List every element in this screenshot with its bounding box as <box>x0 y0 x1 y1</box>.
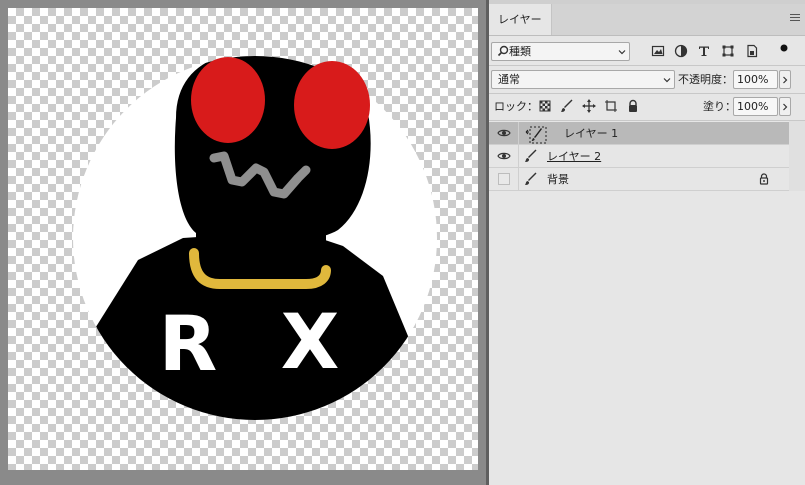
filter-kind-value: 種類 <box>509 45 531 58</box>
left-eye <box>191 57 265 143</box>
blend-mode-value: 通常 <box>498 73 520 86</box>
fill-dropdown[interactable] <box>779 97 791 116</box>
blend-mode-select[interactable]: 通常 <box>491 70 675 89</box>
opacity-input[interactable]: 100% <box>733 70 778 89</box>
chevron-down-icon <box>663 78 671 83</box>
visibility-off-box <box>498 173 510 185</box>
filter-smart-object-icon[interactable] <box>745 44 759 58</box>
divider <box>489 120 805 121</box>
eye-icon <box>497 152 511 160</box>
filter-kind-select[interactable]: 種類 <box>491 42 630 61</box>
letter-x: X <box>281 297 340 386</box>
panel-menu-icon[interactable] <box>790 14 800 23</box>
blend-opacity-row: 通常 不透明度： 100% <box>489 68 805 92</box>
layer-row-layer-1[interactable]: レイヤー 1 <box>489 122 789 145</box>
filter-adjustment-layer-icon[interactable] <box>674 44 688 58</box>
lock-fill-row: ロック： 塗り： 100% <box>489 95 805 119</box>
document-canvas[interactable]: R X <box>8 8 478 470</box>
chevron-right-icon <box>783 76 788 84</box>
layer-row-layer-2[interactable]: レイヤー 2 <box>489 145 789 168</box>
filter-type-layer-icon[interactable] <box>697 44 711 58</box>
lock-transparent-pixels-icon[interactable] <box>538 99 552 113</box>
search-icon <box>497 45 509 57</box>
divider <box>489 93 805 94</box>
right-eye <box>294 61 370 149</box>
layer-row-background[interactable]: 背景 <box>489 168 789 191</box>
eye-icon <box>497 129 511 137</box>
layer-name: レイヤー 1 <box>564 127 619 140</box>
lock-label: ロック： <box>494 100 538 113</box>
brush-icon <box>525 172 537 185</box>
opacity-dropdown[interactable] <box>779 70 791 89</box>
lock-image-pixels-icon[interactable] <box>560 99 574 113</box>
brush-icon <box>525 149 537 162</box>
letter-r: R <box>159 299 218 388</box>
layer-name: レイヤー 2 <box>547 150 602 163</box>
filter-toggle-icon[interactable] <box>778 42 790 62</box>
tab-layers[interactable]: レイヤー <box>489 4 552 35</box>
visibility-toggle[interactable] <box>489 168 519 190</box>
artwork: R X <box>73 56 437 420</box>
filter-shape-layer-icon[interactable] <box>721 44 735 58</box>
chevron-down-icon <box>618 50 626 55</box>
layer-filter-row: 種類 <box>489 40 805 64</box>
visibility-toggle[interactable] <box>489 145 519 167</box>
chevron-right-icon <box>783 103 788 111</box>
divider <box>489 65 805 66</box>
canvas-area[interactable]: R X <box>0 0 486 485</box>
layers-scroll-track[interactable] <box>789 121 805 191</box>
filter-pixel-layer-icon[interactable] <box>651 44 665 58</box>
lock-icon <box>759 173 769 185</box>
selection-brush-thumbnail-icon <box>525 126 547 144</box>
lock-position-icon[interactable] <box>582 99 596 113</box>
lock-artboard-icon[interactable] <box>604 99 618 113</box>
lock-all-icon[interactable] <box>626 99 640 113</box>
fill-label: 塗り： <box>703 100 736 113</box>
panel-tab-bar: レイヤー <box>489 4 805 36</box>
layers-panel: レイヤー 種類 通常 不透明度： 100% ロック： 塗り： 100% レイヤー… <box>489 0 805 485</box>
opacity-label: 不透明度： <box>678 73 733 86</box>
layer-name: 背景 <box>547 173 569 186</box>
visibility-toggle[interactable] <box>489 122 519 144</box>
fill-input[interactable]: 100% <box>733 97 778 116</box>
